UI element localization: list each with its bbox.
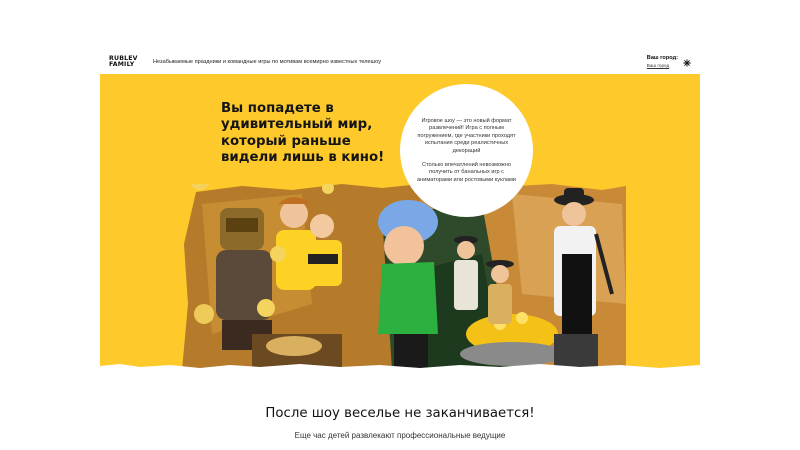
circle-text-2: Столько впечатлений невозможно получить … xyxy=(417,162,516,183)
logo-line-2: FAMILY xyxy=(109,61,135,68)
brand-logo[interactable]: RUBLEV FAMILY xyxy=(109,55,137,68)
torn-edge xyxy=(100,364,700,370)
snowflake-icon[interactable] xyxy=(683,59,691,67)
city-link[interactable]: Ваш город xyxy=(647,63,678,68)
section-title: После шоу веселье не заканчивается! xyxy=(265,406,535,421)
section-subtitle: Еще час детей развлекают профессиональны… xyxy=(294,431,506,440)
header-tagline: Незабываемые праздники и командные игры … xyxy=(153,59,382,65)
hero-banner: Вы попадете в удивительный мир, который … xyxy=(100,74,700,370)
hero-photo xyxy=(182,184,626,370)
city-selector[interactable]: Ваш город: Ваш город xyxy=(647,55,678,68)
circle-text-1: Игровое шоу — это новый формат развлечен… xyxy=(417,118,516,154)
city-label: Ваш город: xyxy=(646,55,678,61)
site-header: RUBLEV FAMILY Незабываемые праздники и к… xyxy=(100,48,700,74)
hero-title: Вы попадете в удивительный мир, который … xyxy=(221,101,385,166)
info-circle: Игровое шоу — это новый формат развлечен… xyxy=(400,84,533,217)
